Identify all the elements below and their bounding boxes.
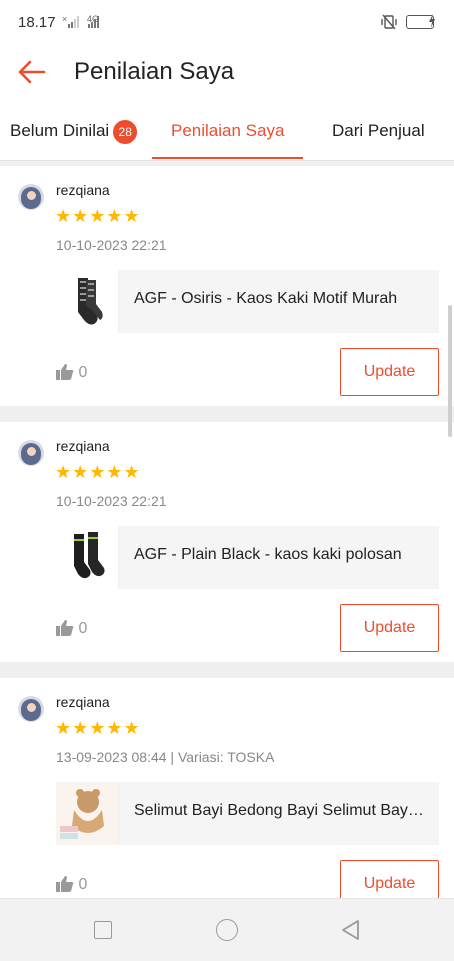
count-badge: 28	[113, 119, 138, 144]
like-counter[interactable]: 0	[56, 620, 87, 638]
update-button[interactable]: Update	[340, 604, 439, 652]
like-counter[interactable]: 0	[56, 876, 87, 894]
app-header: Penilaian Saya	[0, 44, 454, 100]
signal-indicator: ×	[62, 14, 68, 24]
tab-label: Penilaian Saya	[171, 121, 285, 140]
thumbs-up-icon	[56, 876, 74, 892]
like-count: 0	[78, 620, 88, 637]
product-thumbnail	[56, 782, 119, 845]
like-counter[interactable]: 0	[56, 364, 87, 382]
product-thumbnail	[56, 526, 119, 589]
status-bar: 18.17 × 4G	[0, 0, 454, 44]
product-name: Selimut Bayi Bedong Bayi Selimut Bayi To…	[134, 802, 424, 819]
avatar[interactable]	[18, 696, 44, 722]
review-card: rezqiana ★★★★★ 10-10-2023 22:21 AGF - Pl…	[0, 422, 454, 662]
scrollbar[interactable]	[448, 305, 452, 437]
review-date: 13-09-2023 08:44 | Variasi: TOSKA	[56, 749, 275, 765]
username: rezqiana	[56, 182, 110, 198]
review-date: 10-10-2023 22:21	[56, 493, 167, 509]
star-rating: ★★★★★	[55, 462, 141, 482]
product-item[interactable]: AGF - Plain Black - kaos kaki polosan	[56, 526, 439, 589]
username: rezqiana	[56, 438, 110, 454]
tab-bar: Belum Dinilai 28 Penilaian Saya Dari Penj…	[0, 100, 454, 161]
product-thumbnail	[56, 270, 119, 333]
product-item[interactable]: Selimut Bayi Bedong Bayi Selimut Bayi To…	[56, 782, 439, 845]
tab-belum-dinilai[interactable]: Belum Dinilai 28	[10, 100, 138, 160]
avatar[interactable]	[18, 440, 44, 466]
vibrate-icon	[381, 14, 397, 30]
signal-icon-2	[88, 16, 99, 28]
status-time: 18.17	[18, 14, 56, 31]
like-count: 0	[78, 876, 88, 893]
back-triangle-icon[interactable]	[340, 919, 362, 941]
review-card: rezqiana ★★★★★ 10-10-2023 22:21 AGF - Os…	[0, 166, 454, 406]
home-icon[interactable]	[216, 919, 238, 941]
tab-dari-penjual[interactable]: Dari Penjual	[332, 100, 425, 160]
thumbs-up-icon	[56, 620, 74, 636]
avatar[interactable]	[18, 184, 44, 210]
arrow-left-icon[interactable]	[14, 54, 50, 90]
username: rezqiana	[56, 694, 110, 710]
charging-icon	[429, 14, 435, 28]
system-nav-bar	[0, 898, 454, 961]
like-count: 0	[78, 364, 88, 381]
review-card: rezqiana ★★★★★ 13-09-2023 08:44 | Varias…	[0, 678, 454, 918]
signal-icon	[68, 16, 79, 28]
thumbs-up-icon	[56, 364, 74, 380]
product-name: AGF - Osiris - Kaos Kaki Motif Murah	[134, 290, 398, 307]
review-date: 10-10-2023 22:21	[56, 237, 167, 253]
blanket-icon	[56, 782, 118, 845]
product-name: AGF - Plain Black - kaos kaki polosan	[134, 546, 402, 563]
sock-icon	[74, 532, 105, 579]
tab-label: Belum Dinilai	[10, 121, 110, 140]
tab-penilaian-saya[interactable]: Penilaian Saya	[171, 100, 284, 160]
active-tab-indicator	[152, 157, 303, 159]
product-item[interactable]: AGF - Osiris - Kaos Kaki Motif Murah	[56, 270, 439, 333]
recents-icon[interactable]	[94, 921, 112, 939]
star-rating: ★★★★★	[55, 718, 141, 738]
page-title: Penilaian Saya	[74, 58, 235, 85]
sock-icon	[78, 278, 103, 325]
update-button[interactable]: Update	[340, 348, 439, 396]
star-rating: ★★★★★	[55, 206, 141, 226]
tab-label: Dari Penjual	[332, 121, 425, 140]
